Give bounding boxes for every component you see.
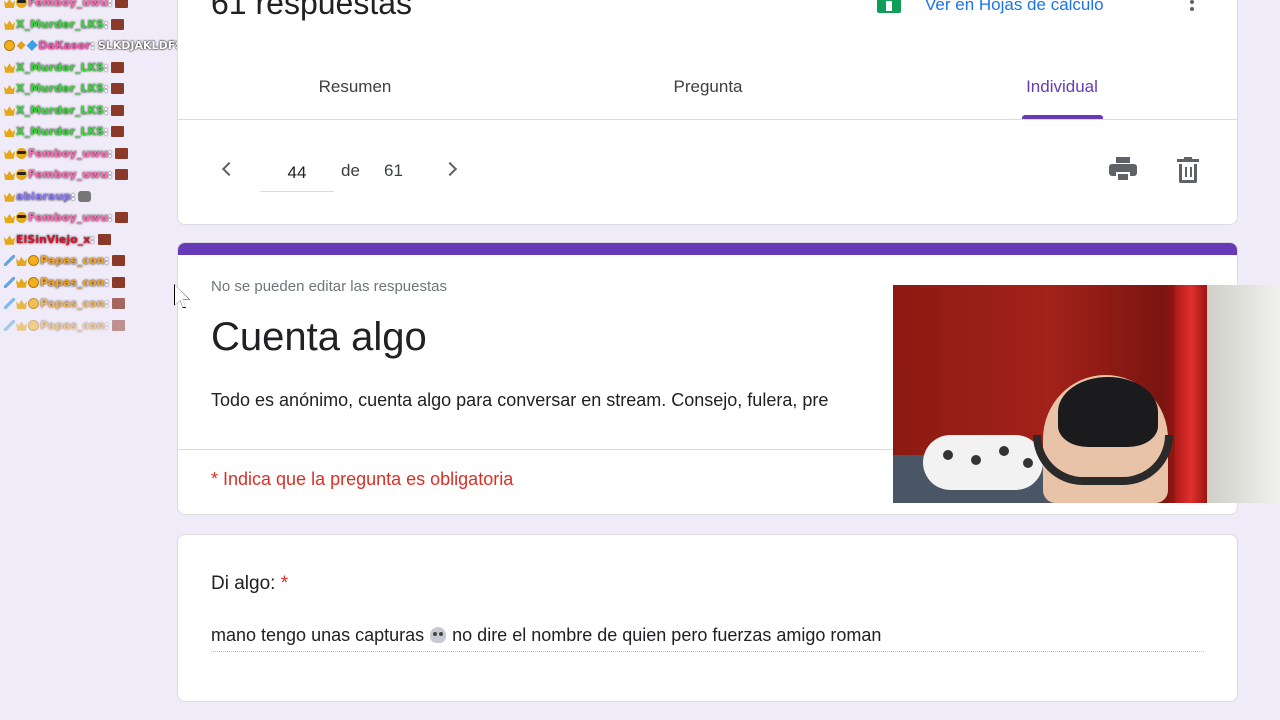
chat-username[interactable]: X_Murder_LKS (16, 104, 104, 117)
response-count: 61 respuestas (211, 0, 413, 21)
sunglasses-badge-icon (16, 212, 27, 224)
crown-badge-icon (4, 149, 15, 159)
chat-username[interactable]: X_Murder_LKS (16, 18, 104, 31)
chevron-left-icon (221, 161, 237, 177)
brick-emote-icon (111, 83, 125, 95)
crown-badge-icon (4, 235, 15, 245)
tab-divider (178, 119, 1237, 120)
view-in-sheets-link[interactable]: Ver en Hojas de cálculo (925, 0, 1104, 15)
delete-icon[interactable] (1177, 157, 1199, 183)
form-title: Cuenta algo (211, 315, 427, 359)
brick-emote-icon (111, 255, 125, 267)
chat-username[interactable]: Femboy_uwu (28, 168, 108, 181)
next-response-button[interactable] (442, 159, 462, 179)
skull-icon (430, 627, 447, 643)
sword-badge-icon (4, 255, 15, 267)
crown-badge-icon (16, 321, 27, 331)
more-options-icon[interactable] (1190, 0, 1194, 17)
sword-badge-icon (4, 319, 15, 331)
chat-username[interactable]: Femboy_uwu (28, 211, 108, 224)
gem-badge-icon (16, 41, 26, 51)
crown-badge-icon (4, 106, 15, 116)
coin-badge-icon (4, 40, 15, 52)
brick-emote-icon (111, 276, 125, 288)
crown-badge-icon (4, 63, 15, 73)
previous-response-button[interactable] (218, 159, 238, 179)
chat-username[interactable]: Papas_con (40, 297, 104, 310)
brick-emote-icon (115, 169, 129, 181)
sheets-icon[interactable] (877, 0, 901, 13)
sunglasses-badge-icon (16, 169, 27, 181)
no-edit-notice: No se pueden editar las respuestas (211, 278, 447, 295)
brick-emote-icon (111, 104, 125, 116)
webcam-overlay (893, 285, 1280, 503)
accent-bar (178, 243, 1237, 255)
chevron-right-icon (442, 161, 458, 177)
form-description: Todo es anónimo, cuenta algo para conver… (211, 390, 829, 410)
brick-emote-icon (111, 18, 125, 30)
required-star: * (280, 573, 289, 594)
print-icon[interactable] (1109, 157, 1137, 183)
question-label: Di algo: * (211, 573, 288, 595)
chat-username[interactable]: Papas_con (40, 254, 104, 267)
tab-pregunta[interactable]: Pregunta (623, 77, 793, 97)
question-text: Di algo: (211, 573, 276, 594)
sword-badge-icon (4, 276, 15, 288)
pager-of-label: de (341, 161, 360, 180)
brick-emote-icon (111, 126, 125, 138)
crown-badge-icon (4, 170, 15, 181)
chat-username[interactable]: Femboy_uwu (28, 147, 108, 160)
chat-username[interactable]: X_Murder_LKS (16, 61, 104, 74)
required-note: * Indica que la pregunta es obligatoria (211, 469, 514, 489)
chat-username[interactable]: DaKasor (38, 39, 90, 52)
sword-badge-icon (4, 298, 15, 310)
brick-emote-icon (115, 0, 129, 9)
brick-emote-icon (111, 319, 125, 331)
chat-username[interactable]: X_Murder_LKS (16, 125, 104, 138)
brick-emote-icon (115, 147, 129, 159)
coin-badge-icon (28, 298, 39, 310)
crown-badge-icon (4, 213, 15, 224)
crown-badge-icon (4, 192, 15, 202)
answer-underline (211, 651, 1204, 652)
answer-part-1: mano tengo unas capturas (211, 625, 425, 645)
chat-username[interactable]: Papas_con (40, 276, 104, 289)
coin-badge-icon (28, 255, 39, 267)
sunglasses-badge-icon (16, 147, 27, 159)
chat-username[interactable]: X_Murder_LKS (16, 82, 104, 95)
coin-badge-icon (28, 319, 39, 331)
crown-badge-icon (16, 256, 27, 267)
crown-badge-icon (4, 0, 15, 9)
answer-part-2: no dire el nombre de quien pero fuerzas … (452, 625, 882, 645)
tab-individual[interactable]: Individual (977, 77, 1147, 97)
chat-username[interactable]: Femboy_uwu (28, 0, 108, 9)
question-card: Di algo: * mano tengo unas capturas no di… (177, 534, 1238, 702)
crown-badge-icon (4, 127, 15, 138)
chat-username[interactable]: abiaraup (16, 190, 71, 203)
sunglasses-badge-icon (16, 0, 27, 9)
brick-emote-icon (111, 61, 125, 73)
answer-text: mano tengo unas capturas no dire el nombr… (211, 625, 881, 646)
tab-resumen[interactable]: Resumen (270, 77, 440, 97)
crown-badge-icon (4, 84, 15, 95)
cat-emote-icon (78, 190, 92, 202)
brick-emote-icon (115, 212, 129, 224)
chat-username[interactable]: ElSinViejo_x (16, 233, 90, 246)
brick-emote-icon (111, 298, 125, 310)
cube-badge-icon (26, 40, 38, 52)
chat-username[interactable]: Papas_con (40, 319, 104, 332)
crown-badge-icon (4, 20, 15, 30)
pager-total: 61 (384, 161, 403, 180)
coin-badge-icon (28, 276, 39, 288)
response-number-input[interactable] (260, 155, 334, 192)
crown-badge-icon (16, 278, 27, 288)
brick-emote-icon (97, 233, 111, 245)
crown-badge-icon (16, 299, 27, 310)
responses-header-card: 61 respuestas Ver en Hojas de cálculo Re… (177, 0, 1238, 225)
